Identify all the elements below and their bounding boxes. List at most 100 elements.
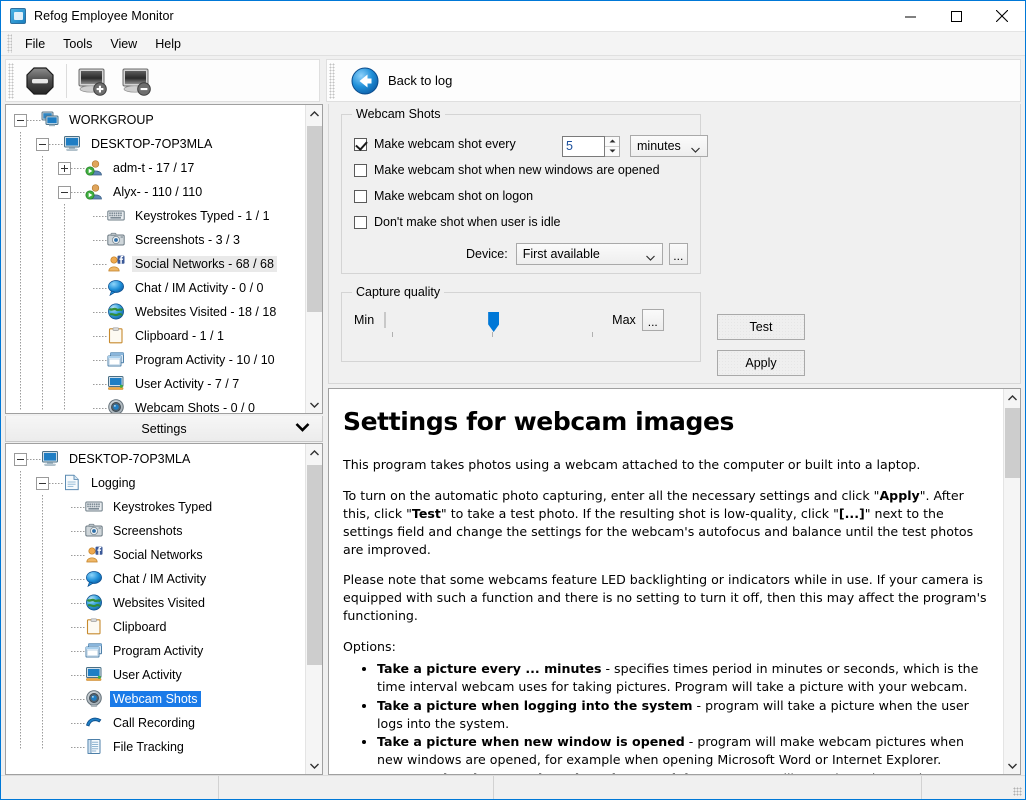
tree-item-screenshots[interactable]: Screenshots xyxy=(6,519,305,543)
close-button[interactable] xyxy=(979,1,1025,31)
tree-connector xyxy=(93,407,107,409)
tree-item-social-networks-68-68[interactable]: Social Networks - 68 / 68 xyxy=(6,252,305,276)
tree-item-program-activity[interactable]: Program Activity xyxy=(6,639,305,663)
interval-input[interactable]: 5 xyxy=(562,135,605,157)
computer-icon xyxy=(41,450,61,468)
tree-item-social-networks[interactable]: Social Networks xyxy=(6,543,305,567)
interval-unit-select[interactable]: minutes xyxy=(630,135,708,157)
tree-item-screenshots-3-3[interactable]: Screenshots - 3 / 3 xyxy=(6,228,305,252)
device-browse-button[interactable]: ... xyxy=(668,243,688,265)
settings-scroll-thumb[interactable] xyxy=(306,465,322,665)
collapse-icon[interactable] xyxy=(36,476,49,490)
tree-item-file-tracking[interactable]: File Tracking xyxy=(6,735,305,759)
tree-item-alyx-110-110[interactable]: Alyx- - 110 / 110 xyxy=(6,180,305,204)
scroll-thumb[interactable] xyxy=(306,126,322,312)
resize-grip[interactable] xyxy=(1009,776,1025,799)
remove-computer-button[interactable] xyxy=(115,62,159,100)
quality-slider-thumb[interactable] xyxy=(488,312,500,332)
tree-item-keystrokes-typed-1-1[interactable]: Keystrokes Typed - 1 / 1 xyxy=(6,204,305,228)
log-tree[interactable]: WORKGROUP DESKTOP-7OP3MLA adm-t - 17 / 17 A… xyxy=(6,105,305,413)
settings-scroll-down-button[interactable] xyxy=(306,757,323,774)
collapse-icon[interactable] xyxy=(58,185,71,199)
tree-item-keystrokes-typed[interactable]: Keystrokes Typed xyxy=(6,495,305,519)
tree-item-webcam-shots[interactable]: Webcam Shots xyxy=(6,687,305,711)
menu-item-file[interactable]: File xyxy=(16,35,54,53)
tree-item-chat-im-activity[interactable]: Chat / IM Activity xyxy=(6,567,305,591)
help-scrollbar[interactable] xyxy=(1003,389,1020,774)
tree-item-clipboard-1-1[interactable]: Clipboard - 1 / 1 xyxy=(6,324,305,348)
maximize-button[interactable] xyxy=(933,1,979,31)
test-button[interactable]: Test xyxy=(717,314,805,340)
tree-item-label: Keystrokes Typed - 1 / 1 xyxy=(135,209,270,223)
help-scroll-down-button[interactable] xyxy=(1004,757,1021,774)
stop-monitoring-button[interactable] xyxy=(18,62,62,100)
quality-slider-track[interactable] xyxy=(384,312,387,328)
no-shot-idle-checkbox[interactable] xyxy=(354,215,367,229)
tree-item-user-activity[interactable]: User Activity xyxy=(6,663,305,687)
scroll-down-button[interactable] xyxy=(306,396,323,413)
minimize-button[interactable] xyxy=(887,1,933,31)
tree-connector xyxy=(49,482,63,484)
tree-item-webcam-shots-0-0[interactable]: Webcam Shots - 0 / 0 xyxy=(6,396,305,413)
tree-item-clipboard[interactable]: Clipboard xyxy=(6,615,305,639)
help-scroll-up-button[interactable] xyxy=(1004,389,1021,406)
interval-controls: 5 minutes xyxy=(562,135,708,157)
spinner-down-icon[interactable] xyxy=(605,145,619,156)
settings-tree[interactable]: DESKTOP-7OP3MLA Logging Keystrokes Typed Sc… xyxy=(6,444,305,774)
chevron-down-icon[interactable] xyxy=(295,421,310,435)
tree-item-label: Websites Visited xyxy=(113,596,205,610)
interval-spinner[interactable] xyxy=(605,135,620,157)
log-tree-scrollbar[interactable] xyxy=(305,105,322,413)
settings-scroll-up-button[interactable] xyxy=(306,444,323,461)
log-tree-panel: WORKGROUP DESKTOP-7OP3MLA adm-t - 17 / 17 A… xyxy=(5,104,323,414)
tree-item-workgroup[interactable]: WORKGROUP xyxy=(6,108,305,132)
tree-item-websites-visited[interactable]: Websites Visited xyxy=(6,591,305,615)
scroll-up-button[interactable] xyxy=(306,105,323,122)
quality-slider[interactable] xyxy=(384,312,602,337)
spinner-up-icon[interactable] xyxy=(605,137,619,146)
help-scroll-thumb[interactable] xyxy=(1004,408,1020,478)
settings-tree-scrollbar[interactable] xyxy=(305,444,322,774)
menu-item-view[interactable]: View xyxy=(101,35,146,53)
tree-item-websites-visited-18-18[interactable]: Websites Visited - 18 / 18 xyxy=(6,300,305,324)
collapse-icon[interactable] xyxy=(36,137,49,151)
tree-item-desktop-7op3mla[interactable]: DESKTOP-7OP3MLA xyxy=(6,447,305,471)
help-document-panel: Settings for webcam images This program … xyxy=(328,388,1021,775)
settings-section-header[interactable]: Settings xyxy=(5,416,323,442)
toolbar-grip[interactable] xyxy=(8,62,14,99)
menu-grip[interactable] xyxy=(7,34,12,53)
back-to-log-button[interactable]: Back to log xyxy=(339,60,452,101)
tree-connector xyxy=(27,119,41,121)
menu-item-help[interactable]: Help xyxy=(146,35,190,53)
user-activity-icon xyxy=(107,375,127,393)
stop-octagon-icon xyxy=(26,66,54,95)
make-shot-new-windows-checkbox[interactable] xyxy=(354,163,367,177)
device-select[interactable]: First available xyxy=(515,243,663,265)
scroll-track[interactable] xyxy=(306,122,323,396)
make-shot-every-checkbox[interactable] xyxy=(354,137,367,151)
apply-button[interactable]: Apply xyxy=(717,350,805,376)
menu-item-tools[interactable]: Tools xyxy=(54,35,101,53)
tree-item-desktop-7op3mla[interactable]: DESKTOP-7OP3MLA xyxy=(6,132,305,156)
collapse-icon[interactable] xyxy=(14,113,27,127)
add-computer-button[interactable] xyxy=(71,62,115,100)
tree-item-chat-im-activity-0-0[interactable]: Chat / IM Activity - 0 / 0 xyxy=(6,276,305,300)
make-shot-logon-checkbox[interactable] xyxy=(354,189,367,203)
help-option-item: Take a picture when logging into the sys… xyxy=(377,697,987,733)
menu-bar: File Tools View Help xyxy=(1,31,1025,56)
settings-scroll-track[interactable] xyxy=(306,461,323,757)
clipboard-icon xyxy=(85,618,105,636)
tree-connector xyxy=(71,674,85,676)
tree-item-adm-t-17-17[interactable]: adm-t - 17 / 17 xyxy=(6,156,305,180)
help-option-item: Do not take pictures when there is no ac… xyxy=(377,770,987,774)
collapse-icon[interactable] xyxy=(14,452,27,466)
expand-icon[interactable] xyxy=(58,161,71,175)
tree-item-logging[interactable]: Logging xyxy=(6,471,305,495)
tree-item-label: Program Activity xyxy=(113,644,204,658)
quality-browse-button[interactable]: ... xyxy=(641,309,664,331)
tree-item-call-recording[interactable]: Call Recording xyxy=(6,711,305,735)
tree-item-user-activity-7-7[interactable]: User Activity - 7 / 7 xyxy=(6,372,305,396)
help-scroll-track[interactable] xyxy=(1004,406,1021,757)
nav-toolbar-grip[interactable] xyxy=(329,62,335,99)
tree-item-program-activity-10-10[interactable]: Program Activity - 10 / 10 xyxy=(6,348,305,372)
